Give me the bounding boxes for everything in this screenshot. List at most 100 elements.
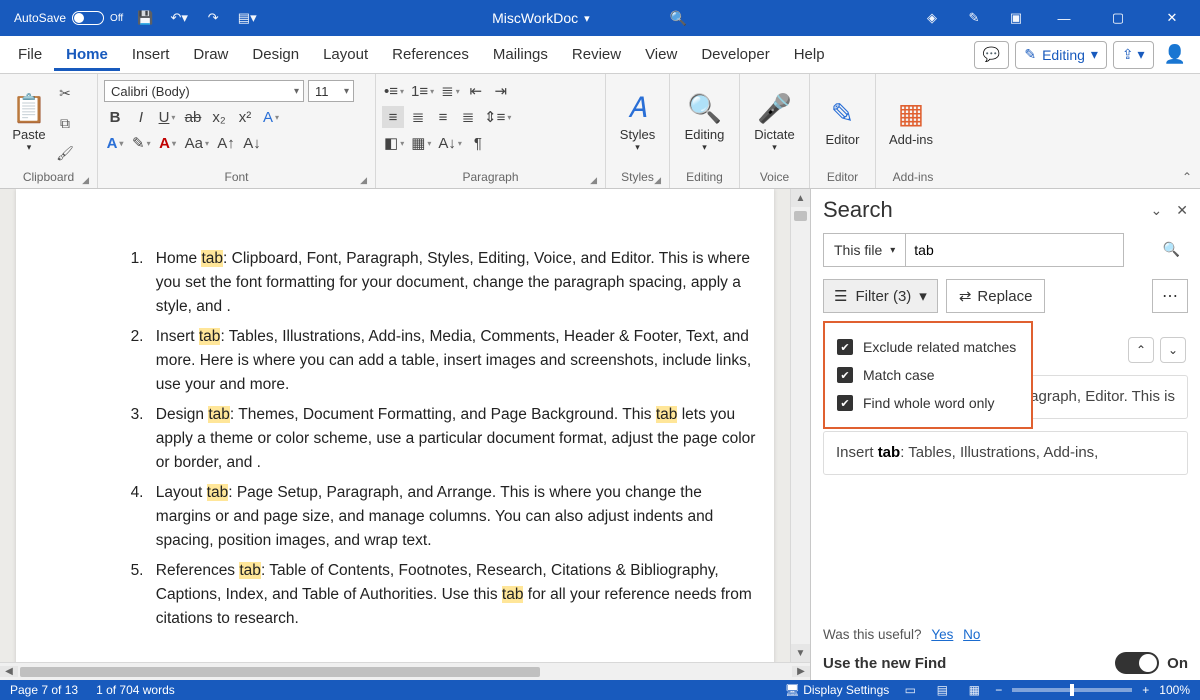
borders-button[interactable]: ▦ bbox=[409, 132, 433, 154]
superscript-button[interactable]: x² bbox=[234, 106, 256, 128]
tab-help[interactable]: Help bbox=[782, 38, 837, 71]
chevron-down-icon[interactable]: ⌄ bbox=[1151, 202, 1163, 219]
comments-button[interactable]: 💬 bbox=[974, 41, 1009, 69]
status-page[interactable]: Page 7 of 13 bbox=[10, 683, 78, 697]
save-icon[interactable]: 💾 bbox=[133, 6, 157, 30]
tab-insert[interactable]: Insert bbox=[120, 38, 182, 71]
window-icon[interactable]: ▣ bbox=[1004, 6, 1028, 30]
account-icon[interactable]: 👤 bbox=[1164, 44, 1186, 65]
list-item[interactable]: Insert tab: Tables, Illustrations, Add-i… bbox=[148, 325, 760, 397]
maximize-button[interactable]: ▢ bbox=[1100, 0, 1136, 36]
web-layout-icon[interactable]: ▦ bbox=[963, 683, 985, 697]
scroll-up-icon[interactable]: ▲ bbox=[791, 189, 810, 207]
search-input[interactable] bbox=[905, 233, 1124, 267]
print-layout-icon[interactable]: ▤ bbox=[931, 683, 953, 697]
scroll-left-icon[interactable]: ◀ bbox=[0, 666, 18, 677]
autosave-toggle[interactable]: AutoSave Off bbox=[14, 11, 123, 25]
filter-button[interactable]: ☰ Filter (3) ▾ bbox=[823, 279, 938, 313]
align-center-button[interactable]: ≣ bbox=[407, 106, 429, 128]
new-find-toggle[interactable] bbox=[1115, 652, 1159, 674]
close-button[interactable]: ✕ bbox=[1154, 0, 1190, 36]
prev-result-button[interactable]: ⌃ bbox=[1128, 337, 1154, 363]
replace-button[interactable]: ⇄ Replace bbox=[946, 279, 1046, 313]
sort-button[interactable]: A↓ bbox=[436, 132, 464, 154]
addins-button[interactable]: ▦Add-ins bbox=[882, 78, 940, 166]
shrink-font-button[interactable]: A↓ bbox=[241, 132, 263, 154]
premium-icon[interactable]: ◈ bbox=[920, 6, 944, 30]
useful-no-link[interactable]: No bbox=[963, 627, 980, 642]
underline-button[interactable]: U bbox=[156, 106, 178, 128]
decrease-indent-button[interactable]: ⇤ bbox=[465, 80, 487, 102]
page[interactable]: Home tab: Clipboard, Font, Paragraph, St… bbox=[16, 189, 774, 662]
subscript-button[interactable]: x₂ bbox=[208, 106, 230, 128]
scroll-down-icon[interactable]: ▼ bbox=[791, 644, 810, 662]
editor-button[interactable]: ✎Editor bbox=[816, 78, 869, 166]
share-button[interactable]: ⇪ ▾ bbox=[1113, 41, 1154, 69]
text-effects-button[interactable]: A bbox=[260, 106, 282, 128]
more-options-button[interactable]: ⋯ bbox=[1152, 279, 1188, 313]
tab-file[interactable]: File bbox=[6, 38, 54, 71]
styles-button[interactable]: 𝐴Styles▾ bbox=[612, 78, 663, 166]
vertical-scrollbar[interactable]: ▲ ▼ bbox=[790, 189, 810, 662]
justify-button[interactable]: ≣ bbox=[457, 106, 479, 128]
italic-button[interactable]: I bbox=[130, 106, 152, 128]
bullets-button[interactable]: •≡ bbox=[382, 80, 406, 102]
tab-mailings[interactable]: Mailings bbox=[481, 38, 560, 71]
editing-button[interactable]: 🔍Editing▾ bbox=[676, 78, 733, 166]
format-painter-icon[interactable]: 🖌 bbox=[54, 142, 76, 164]
font-color-button[interactable]: A bbox=[157, 132, 179, 154]
dictate-button[interactable]: 🎤Dictate▾ bbox=[746, 78, 803, 166]
highlight-button[interactable]: ✎ bbox=[130, 132, 153, 154]
search-scope-button[interactable]: This file bbox=[823, 233, 905, 267]
search-go-icon[interactable]: 🔍 bbox=[1163, 241, 1180, 258]
document-title[interactable]: MiscWorkDoc▾ bbox=[492, 10, 590, 26]
list-item[interactable]: References tab: Table of Contents, Footn… bbox=[148, 559, 760, 631]
filter-opt-matchcase[interactable]: ✔Match case bbox=[837, 361, 1019, 389]
zoom-slider[interactable] bbox=[1012, 688, 1132, 692]
undo-icon[interactable]: ↶▾ bbox=[167, 6, 191, 30]
multilevel-button[interactable]: ≣ bbox=[439, 80, 462, 102]
bold-button[interactable]: B bbox=[104, 106, 126, 128]
editing-mode-button[interactable]: ✎ Editing ▾ bbox=[1015, 41, 1107, 69]
tab-developer[interactable]: Developer bbox=[689, 38, 781, 71]
status-words[interactable]: 1 of 704 words bbox=[96, 683, 175, 697]
increase-indent-button[interactable]: ⇥ bbox=[490, 80, 512, 102]
tab-review[interactable]: Review bbox=[560, 38, 633, 71]
font-size-combo[interactable]: 11 bbox=[308, 80, 354, 102]
tab-draw[interactable]: Draw bbox=[181, 38, 240, 71]
search-result-item[interactable]: Insert tab: Tables, Illustrations, Add-i… bbox=[823, 431, 1188, 475]
tab-layout[interactable]: Layout bbox=[311, 38, 380, 71]
next-result-button[interactable]: ⌄ bbox=[1160, 337, 1186, 363]
useful-yes-link[interactable]: Yes bbox=[931, 627, 953, 642]
minimize-button[interactable]: — bbox=[1046, 0, 1082, 36]
zoom-level[interactable]: 100% bbox=[1159, 683, 1190, 697]
filter-opt-wholeword[interactable]: ✔Find whole word only bbox=[837, 389, 1019, 417]
align-right-button[interactable]: ≡ bbox=[432, 106, 454, 128]
list-item[interactable]: Layout tab: Page Setup, Paragraph, and A… bbox=[148, 481, 760, 553]
tab-design[interactable]: Design bbox=[240, 38, 311, 71]
tab-home[interactable]: Home bbox=[54, 38, 120, 71]
qat-icon[interactable]: ▤▾ bbox=[235, 6, 259, 30]
zoom-out-button[interactable]: − bbox=[995, 683, 1002, 697]
line-spacing-button[interactable]: ⇕≡ bbox=[482, 106, 513, 128]
shading-button[interactable]: ◧ bbox=[382, 132, 406, 154]
document-area[interactable]: Home tab: Clipboard, Font, Paragraph, St… bbox=[0, 189, 810, 680]
close-pane-icon[interactable]: ✕ bbox=[1176, 202, 1188, 219]
font-face-combo[interactable]: Calibri (Body) bbox=[104, 80, 304, 102]
list-item[interactable]: Design tab: Themes, Document Formatting,… bbox=[148, 403, 760, 475]
display-settings-button[interactable]: 🖥 Display Settings bbox=[785, 683, 890, 697]
font-outline-button[interactable]: A bbox=[104, 132, 126, 154]
paste-button[interactable]: 📋 Paste▾ bbox=[6, 78, 52, 166]
redo-icon[interactable]: ↷ bbox=[201, 6, 225, 30]
strike-button[interactable]: ab bbox=[182, 106, 204, 128]
cut-icon[interactable]: ✂ bbox=[54, 82, 76, 104]
search-icon[interactable]: 🔍 bbox=[670, 10, 687, 27]
list-item[interactable]: Home tab: Clipboard, Font, Paragraph, St… bbox=[148, 247, 760, 319]
horizontal-scrollbar[interactable]: ◀ ▶ bbox=[0, 662, 810, 680]
grow-font-button[interactable]: A↑ bbox=[215, 132, 237, 154]
brush-icon[interactable]: ✎ bbox=[962, 6, 986, 30]
copy-icon[interactable]: ⧉ bbox=[54, 112, 76, 134]
zoom-in-button[interactable]: + bbox=[1142, 683, 1149, 697]
tab-view[interactable]: View bbox=[633, 38, 689, 71]
scroll-right-icon[interactable]: ▶ bbox=[792, 666, 810, 677]
